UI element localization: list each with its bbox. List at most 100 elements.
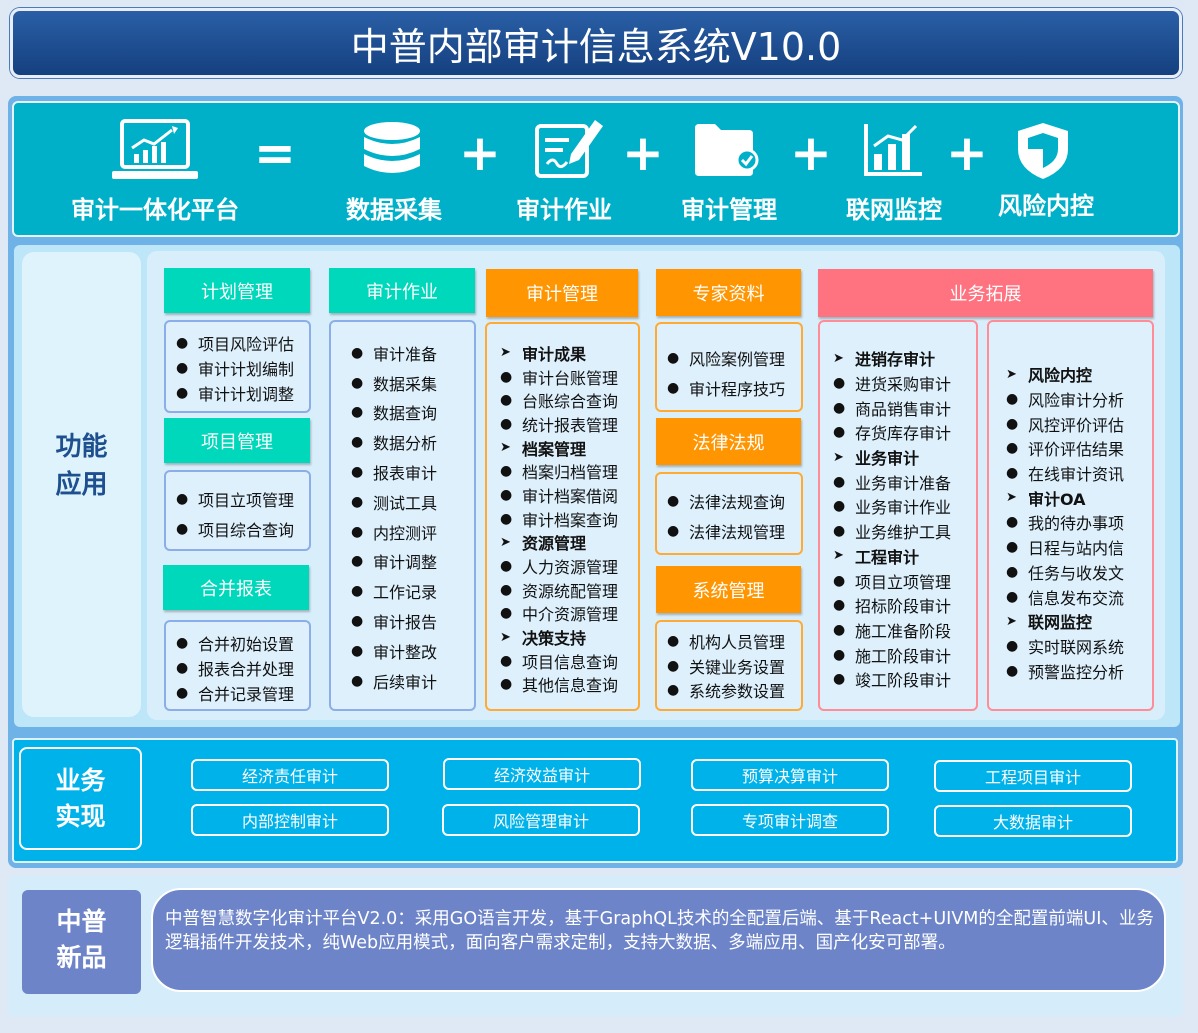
plan-management-header[interactable]: 计划管理 [164, 268, 310, 313]
list-item[interactable]: ● 数据分析 [351, 427, 474, 457]
list-item-label: 审计OA [1028, 489, 1086, 509]
list-item[interactable]: ● 合并初始设置 [176, 630, 309, 655]
list-item-label: 联网监控 [1028, 613, 1093, 633]
list-item[interactable]: ● 我的待办事项 [1006, 510, 1152, 535]
bullet-icon: ● [500, 676, 513, 693]
list-item-label: 系统参数设置 [689, 682, 786, 702]
special-audit-survey-button[interactable]: 专项审计调查 [691, 804, 889, 836]
list-item[interactable]: ● 统计报表管理 [500, 412, 638, 436]
list-item[interactable]: ● 施工阶段审计 [833, 642, 976, 667]
risk-management-audit-button[interactable]: 风险管理审计 [442, 804, 640, 836]
list-item[interactable]: ● 工作记录 [351, 576, 474, 606]
list-item[interactable]: ● 其他信息查询 [500, 673, 638, 697]
list-item[interactable]: ● 人力资源管理 [500, 554, 638, 578]
business-expansion-header[interactable]: 业务拓展 [818, 269, 1153, 317]
list-item[interactable]: ● 项目立项管理 [833, 568, 976, 593]
list-item[interactable]: ● 风险审计分析 [1006, 387, 1152, 412]
bullet-icon: ● [1006, 514, 1019, 531]
list-item[interactable]: ● 项目信息查询 [500, 649, 638, 673]
list-item[interactable]: ● 内控测评 [351, 517, 474, 547]
system-management-header[interactable]: 系统管理 [656, 566, 801, 613]
list-item[interactable]: ● 评价评估结果 [1006, 436, 1152, 461]
list-item[interactable]: ● 后续审计 [351, 666, 474, 696]
list-item[interactable]: ● 招标阶段审计 [833, 593, 976, 618]
engineering-project-audit-button[interactable]: 工程项目审计 [934, 760, 1132, 792]
list-item[interactable]: ● 风险案例管理 [667, 343, 801, 373]
audit-management-header[interactable]: 审计管理 [486, 269, 638, 317]
list-item-label: 法律法规查询 [689, 493, 786, 512]
list-item[interactable]: ● 存货库存审计 [833, 420, 976, 445]
bullet-icon: ● [500, 558, 513, 575]
list-group-heading: ➤ 资源管理 [500, 531, 638, 555]
list-item[interactable]: ● 审计报告 [351, 606, 474, 636]
budget-final-accounts-audit-button[interactable]: 预算决算审计 [691, 759, 889, 791]
database-icon [364, 122, 420, 173]
list-item[interactable]: ● 报表审计 [351, 457, 474, 487]
audit-work-header[interactable]: 审计作业 [329, 268, 475, 313]
laws-header[interactable]: 法律法规 [656, 418, 801, 465]
list-item[interactable]: ● 审计准备 [351, 338, 474, 368]
edit-document-icon [535, 120, 603, 178]
bullet-icon: ● [833, 498, 846, 515]
big-data-audit-button[interactable]: 大数据审计 [934, 805, 1132, 837]
list-item[interactable]: ● 审计档案查询 [500, 507, 638, 531]
list-item[interactable]: ● 业务维护工具 [833, 519, 976, 544]
list-item-label: 审计报告 [373, 613, 438, 633]
list-item[interactable]: ● 风控评价评估 [1006, 411, 1152, 436]
list-item-label: 法律法规管理 [689, 523, 786, 542]
list-item[interactable]: ● 商品销售审计 [833, 395, 976, 420]
list-item[interactable]: ● 日程与站内信 [1006, 535, 1152, 560]
expert-data-header[interactable]: 专家资料 [656, 269, 801, 316]
list-item-label: 资源统配管理 [522, 581, 619, 601]
list-item[interactable]: ● 预警监控分析 [1006, 658, 1152, 683]
list-item[interactable]: ● 资源统配管理 [500, 578, 638, 602]
list-item[interactable]: ● 施工准备阶段 [833, 618, 976, 643]
bullet-icon: ● [833, 621, 846, 638]
bullet-icon: ● [351, 404, 364, 421]
list-item[interactable]: ● 审计程序技巧 [667, 373, 801, 403]
list-item[interactable]: ● 数据采集 [351, 368, 474, 398]
list-item[interactable]: ● 台账综合查询 [500, 388, 638, 412]
list-item[interactable]: ● 审计整改 [351, 636, 474, 666]
internal-control-audit-button[interactable]: 内部控制审计 [191, 804, 389, 836]
list-item[interactable]: ● 系统参数设置 [667, 678, 801, 703]
list-item-label: 业务审计准备 [855, 473, 952, 493]
module-label-5: 风险内控 [998, 191, 1094, 220]
project-management-header[interactable]: 项目管理 [164, 418, 310, 463]
list-item[interactable]: ● 法律法规查询 [667, 486, 801, 516]
list-item[interactable]: ● 信息发布交流 [1006, 584, 1152, 609]
list-item[interactable]: ● 项目风险评估 [176, 330, 309, 355]
list-item[interactable]: ● 数据查询 [351, 398, 474, 428]
list-item[interactable]: ● 业务审计准备 [833, 469, 976, 494]
list-item[interactable]: ● 项目立项管理 [176, 484, 309, 514]
list-item[interactable]: ● 审计台账管理 [500, 365, 638, 389]
list-item[interactable]: ● 在线审计资讯 [1006, 461, 1152, 486]
list-item[interactable]: ● 机构人员管理 [667, 629, 801, 654]
list-item[interactable]: ● 任务与收发文 [1006, 560, 1152, 585]
list-item[interactable]: ● 中介资源管理 [500, 602, 638, 626]
list-item[interactable]: ● 关键业务设置 [667, 654, 801, 679]
list-item[interactable]: ● 档案归档管理 [500, 459, 638, 483]
list-item[interactable]: ● 审计调整 [351, 547, 474, 577]
list-item[interactable]: ● 合并记录管理 [176, 680, 309, 705]
economic-benefit-audit-button[interactable]: 经济效益审计 [443, 758, 641, 790]
list-item[interactable]: ● 报表合并处理 [176, 655, 309, 680]
economic-responsibility-audit-button[interactable]: 经济责任审计 [191, 759, 389, 791]
list-item-label: 审计档案借阅 [522, 486, 619, 506]
list-item[interactable]: ● 审计计划调整 [176, 380, 309, 405]
consolidated-report-header[interactable]: 合并报表 [163, 565, 309, 610]
list-item[interactable]: ● 测试工具 [351, 487, 474, 517]
list-item[interactable]: ● 实时联网系统 [1006, 634, 1152, 659]
list-group-heading: ➤ 业务审计 [833, 445, 976, 470]
list-item-label: 测试工具 [373, 493, 438, 513]
list-item[interactable]: ● 审计档案借阅 [500, 483, 638, 507]
list-item[interactable]: ● 竣工阶段审计 [833, 667, 976, 692]
bullet-icon: ● [351, 493, 364, 510]
bullet-icon: ● [1006, 539, 1019, 556]
list-item[interactable]: ● 法律法规管理 [667, 516, 801, 546]
list-item[interactable]: ● 业务审计作业 [833, 494, 976, 519]
list-item-label: 数据查询 [373, 404, 438, 424]
list-item[interactable]: ● 项目综合查询 [176, 514, 309, 544]
list-item[interactable]: ● 审计计划编制 [176, 355, 309, 380]
list-item[interactable]: ● 进货采购审计 [833, 371, 976, 396]
